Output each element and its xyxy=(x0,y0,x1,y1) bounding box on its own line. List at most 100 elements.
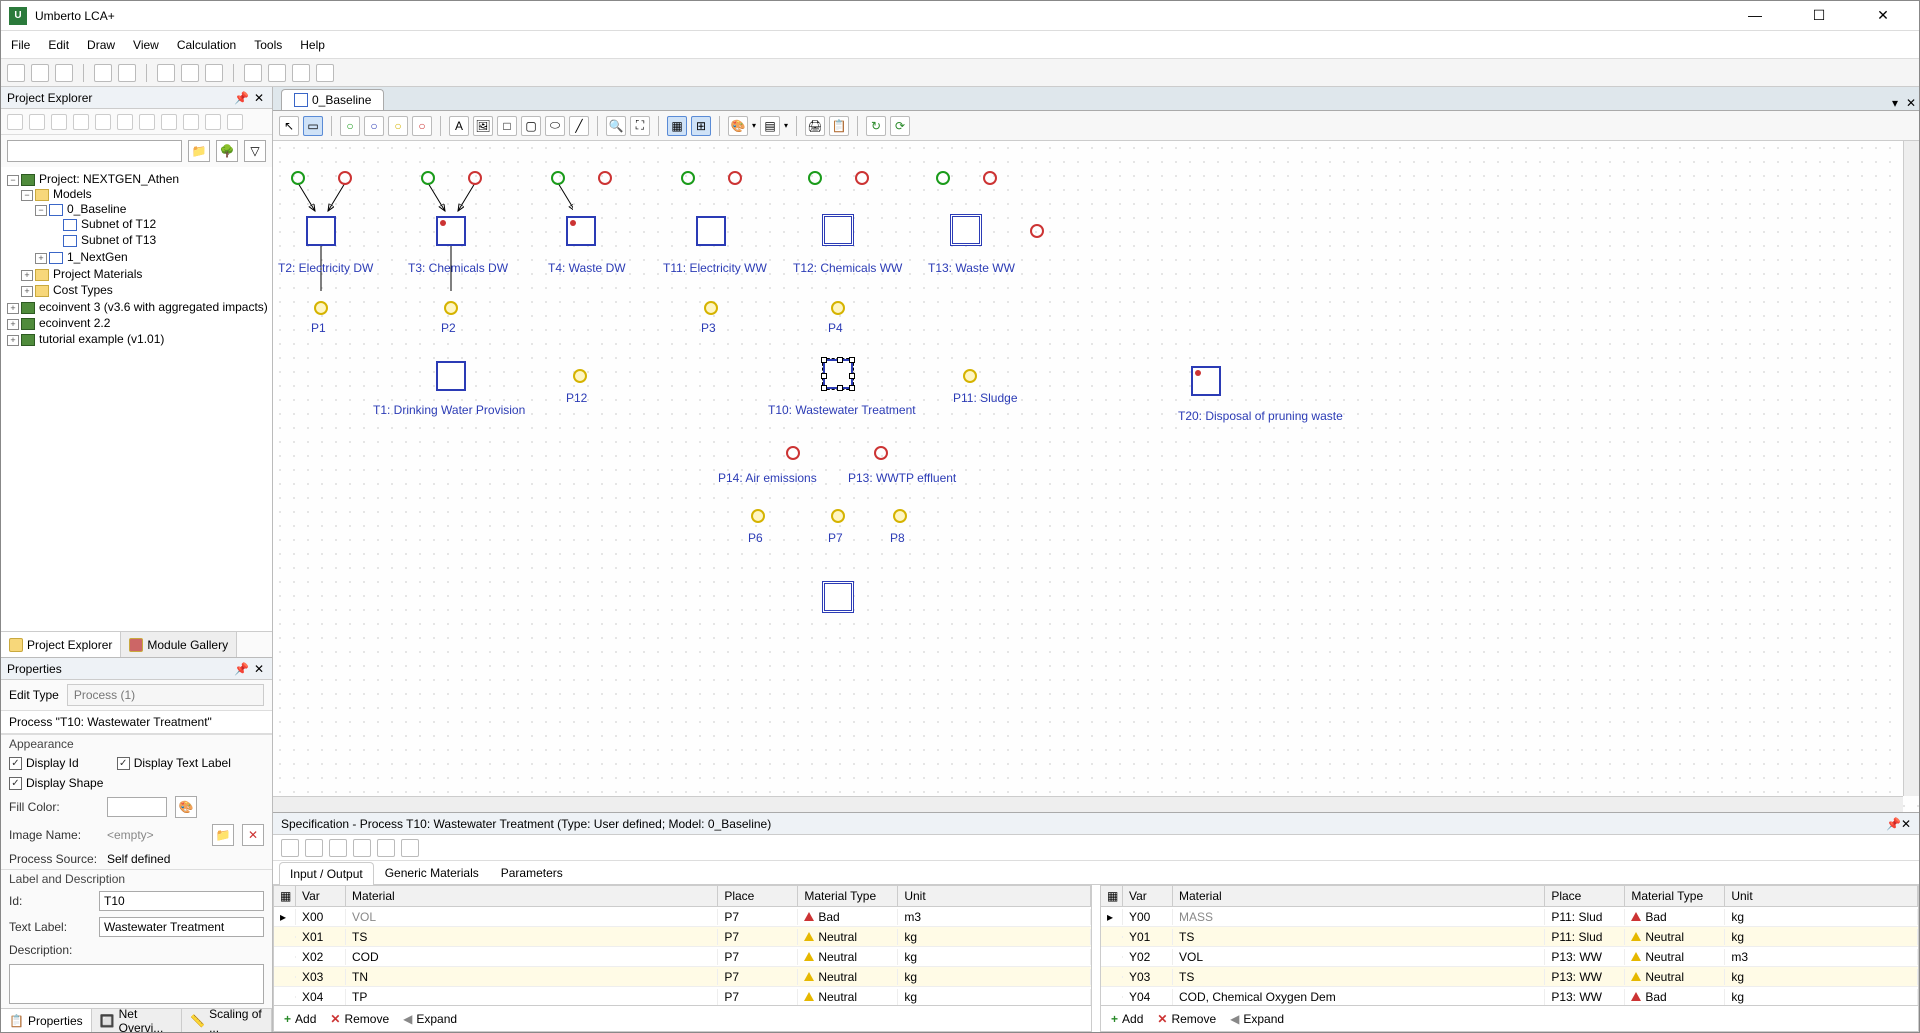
save-icon[interactable] xyxy=(55,64,73,82)
tree-project[interactable]: Project: NEXTGEN_Athen xyxy=(39,172,179,186)
layout-icon[interactable] xyxy=(244,64,262,82)
node-t12[interactable] xyxy=(822,214,854,246)
place-p14[interactable] xyxy=(786,446,800,460)
project-search-input[interactable] xyxy=(7,140,182,162)
place-p4[interactable] xyxy=(831,301,845,315)
project-tree[interactable]: −Project: NEXTGEN_Athen −Models −0_Basel… xyxy=(1,167,272,631)
copy-diag-icon[interactable]: 📋 xyxy=(829,116,849,136)
pe-tool-6[interactable] xyxy=(117,114,133,130)
ellipse-tool[interactable]: ⬭ xyxy=(545,116,565,136)
tree-eco3[interactable]: ecoinvent 3 (v3.6 with aggregated impact… xyxy=(39,300,268,314)
circle-yellow-tool[interactable]: ○ xyxy=(388,116,408,136)
close-icon[interactable]: ✕ xyxy=(252,662,266,676)
pe-tool-4[interactable] xyxy=(73,114,89,130)
spec-tab-params[interactable]: Parameters xyxy=(490,861,574,884)
spec-tab-io[interactable]: Input / Output xyxy=(279,862,374,885)
window-maximize[interactable]: ☐ xyxy=(1799,7,1839,24)
refresh2-icon[interactable]: ⟳ xyxy=(890,116,910,136)
text-label-input[interactable] xyxy=(99,917,264,937)
image-tool[interactable]: 🖼 xyxy=(473,116,493,136)
open-icon[interactable] xyxy=(31,64,49,82)
node-t3[interactable] xyxy=(436,216,466,246)
place-p11[interactable] xyxy=(963,369,977,383)
expand-button[interactable]: Expand xyxy=(403,1012,457,1026)
refresh-icon[interactable]: ↻ xyxy=(866,116,886,136)
print-icon[interactable] xyxy=(292,64,310,82)
tab-properties[interactable]: 📋Properties xyxy=(1,1009,92,1032)
scrollbar-horizontal[interactable] xyxy=(273,796,1903,812)
spec-tool-2[interactable] xyxy=(305,839,323,857)
filter-icon[interactable]: ▽ xyxy=(244,140,266,162)
spec-tool-5[interactable] xyxy=(377,839,395,857)
tree-nextgen[interactable]: 1_NextGen xyxy=(67,250,128,264)
output-port[interactable] xyxy=(983,171,997,185)
pin-icon[interactable]: 📌 xyxy=(234,91,248,105)
table-row[interactable]: Y01TSP11: SludNeutralkg xyxy=(1101,927,1918,947)
spec-tool-4[interactable] xyxy=(353,839,371,857)
table-row[interactable]: X01TSP7Neutralkg xyxy=(274,927,1091,947)
node-t4[interactable] xyxy=(566,216,596,246)
search-folder-icon[interactable]: 📁 xyxy=(188,140,210,162)
snap-icon[interactable]: ⊞ xyxy=(691,116,711,136)
circle-blue-tool[interactable]: ○ xyxy=(364,116,384,136)
place-p8[interactable] xyxy=(893,509,907,523)
menu-draw[interactable]: Draw xyxy=(87,38,115,52)
node-t1[interactable] xyxy=(436,361,466,391)
output-port[interactable] xyxy=(1030,224,1044,238)
node-bottom[interactable] xyxy=(822,581,854,613)
add-button[interactable]: Add xyxy=(284,1012,316,1026)
pe-tool-10[interactable] xyxy=(205,114,221,130)
tree-tut[interactable]: tutorial example (v1.01) xyxy=(39,332,164,346)
tree-baseline[interactable]: 0_Baseline xyxy=(67,202,126,216)
table-row[interactable]: X04TPP7Neutralkg xyxy=(274,987,1091,1005)
description-input[interactable] xyxy=(9,964,264,1004)
image-browse-button[interactable]: 📁 xyxy=(212,824,234,846)
col-material[interactable]: Material xyxy=(346,886,718,906)
display-id-checkbox[interactable] xyxy=(9,757,22,770)
tree-sub-t13[interactable]: Subnet of T13 xyxy=(81,233,156,247)
scrollbar-vertical[interactable] xyxy=(1903,141,1919,796)
menu-file[interactable]: File xyxy=(11,38,30,52)
col-place[interactable]: Place xyxy=(1545,886,1625,906)
search-tree-icon[interactable]: 🌳 xyxy=(216,140,238,162)
input-port[interactable] xyxy=(551,171,565,185)
place-p12[interactable] xyxy=(573,369,587,383)
place-p3[interactable] xyxy=(704,301,718,315)
tree-models[interactable]: Models xyxy=(53,187,92,201)
print-diag-icon[interactable]: 🖨 xyxy=(805,116,825,136)
input-port[interactable] xyxy=(681,171,695,185)
zoom-in-icon[interactable]: 🔍 xyxy=(606,116,626,136)
col-var[interactable]: Var xyxy=(296,886,346,906)
place-p2[interactable] xyxy=(444,301,458,315)
pe-tool-9[interactable] xyxy=(183,114,199,130)
pin-icon[interactable]: 📌 xyxy=(1886,817,1901,831)
pe-tool-3[interactable] xyxy=(51,114,67,130)
pe-tool-7[interactable] xyxy=(139,114,155,130)
tab-baseline[interactable]: 0_Baseline xyxy=(281,89,384,110)
pe-tool-2[interactable] xyxy=(29,114,45,130)
table-row[interactable]: X03TNP7Neutralkg xyxy=(274,967,1091,987)
box2-tool[interactable]: ▢ xyxy=(521,116,541,136)
fill-color-swatch[interactable] xyxy=(107,797,167,817)
menu-edit[interactable]: Edit xyxy=(48,38,69,52)
expand-button[interactable]: Expand xyxy=(1230,1012,1284,1026)
table-row[interactable]: ▸X00VOLP7Badm3 xyxy=(274,907,1091,927)
input-port[interactable] xyxy=(936,171,950,185)
line-tool[interactable]: ╱ xyxy=(569,116,589,136)
pointer-tool[interactable]: ↖ xyxy=(279,116,299,136)
table-row[interactable]: X02CODP7Neutralkg xyxy=(274,947,1091,967)
circle-red-tool[interactable]: ○ xyxy=(412,116,432,136)
window-minimize[interactable]: — xyxy=(1735,7,1775,24)
place-p7[interactable] xyxy=(831,509,845,523)
pin-icon[interactable]: 📌 xyxy=(234,662,248,676)
col-unit[interactable]: Unit xyxy=(898,886,1091,906)
node-t13[interactable] xyxy=(950,214,982,246)
cut-icon[interactable] xyxy=(157,64,175,82)
pe-tool-8[interactable] xyxy=(161,114,177,130)
layer-icon[interactable]: ▤ xyxy=(760,116,780,136)
export-icon[interactable] xyxy=(316,64,334,82)
node-t11[interactable] xyxy=(696,216,726,246)
dropdown-icon[interactable]: ▾ xyxy=(1887,96,1903,110)
tab-project-explorer[interactable]: Project Explorer xyxy=(1,632,121,657)
diagram-canvas[interactable]: T2: Electricity DW T3: Chemicals DW T4: … xyxy=(273,141,1919,812)
